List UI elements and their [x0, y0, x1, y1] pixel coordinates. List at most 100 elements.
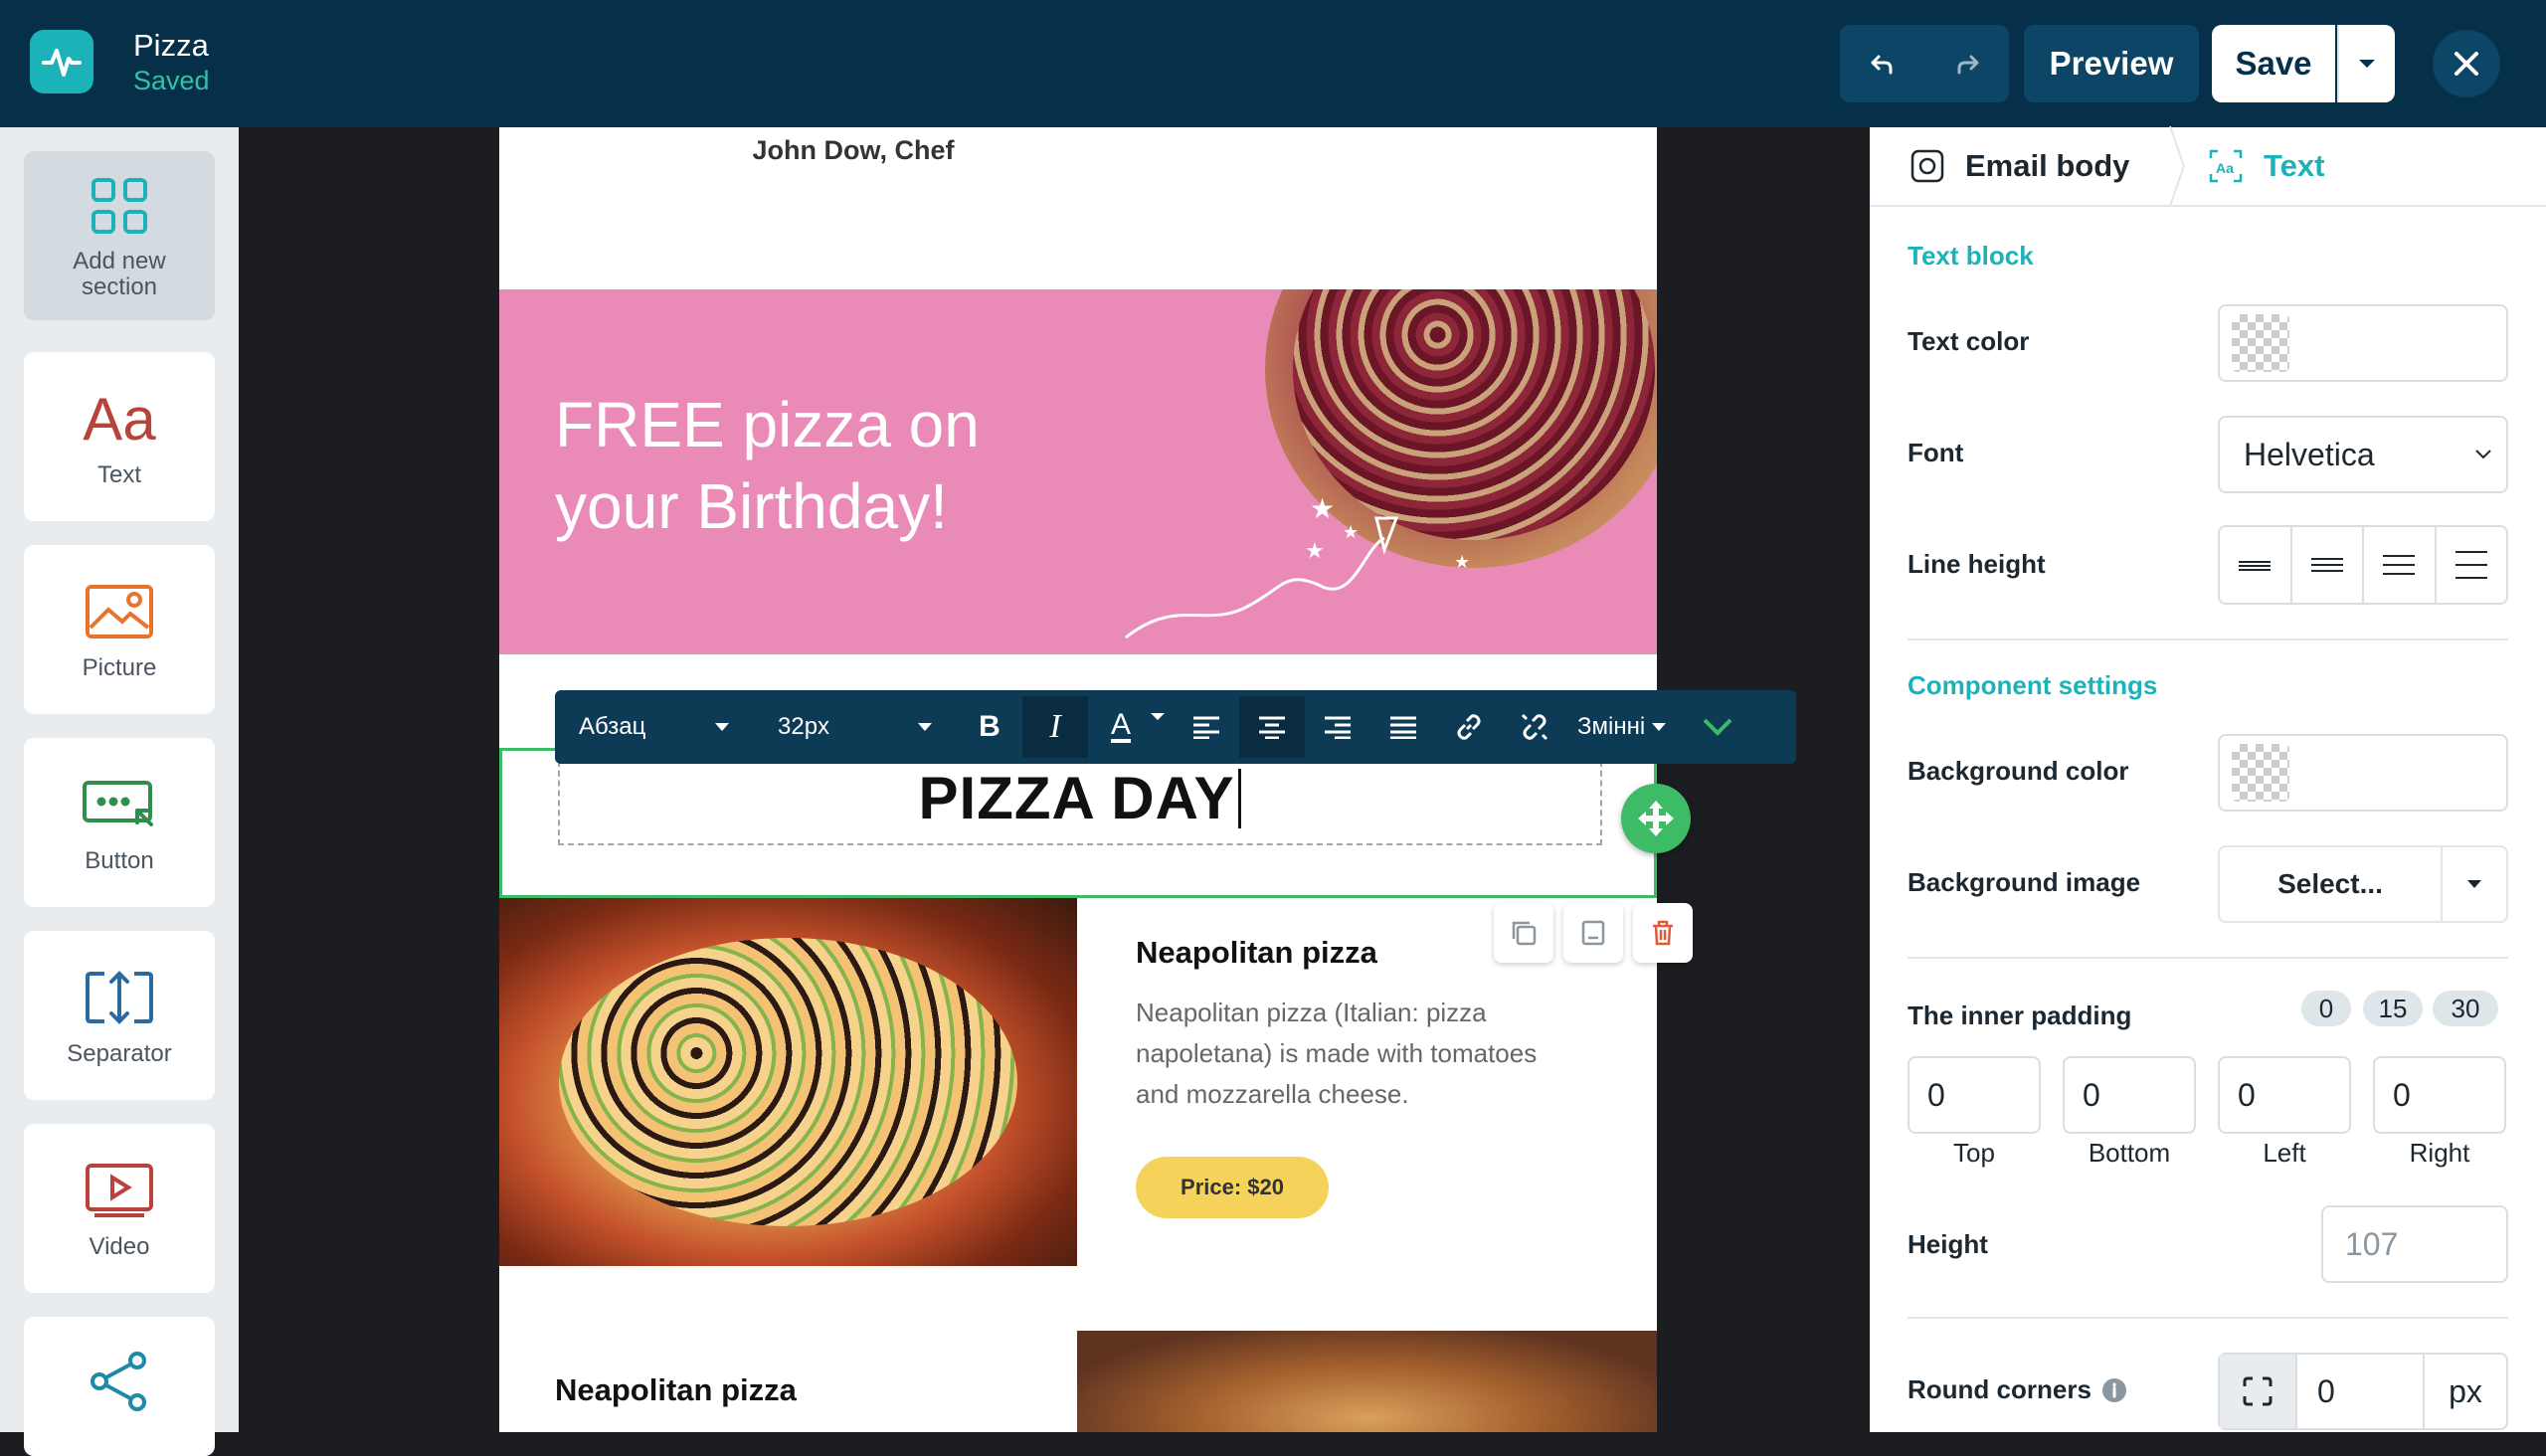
svg-text:★: ★: [1310, 493, 1335, 524]
padding-top-label: Top: [1953, 1138, 1995, 1168]
tab-label: Email body: [1965, 148, 2130, 183]
save-button[interactable]: Save: [2212, 25, 2335, 102]
price-button[interactable]: Price: $20: [1136, 1157, 1329, 1218]
move-icon[interactable]: [1621, 784, 1691, 853]
save-options-button[interactable]: [2337, 25, 2395, 102]
padding-preset-15[interactable]: 15: [2363, 991, 2423, 1026]
text-color-label: Text color: [1908, 326, 2030, 356]
line-height-loose-icon[interactable]: [2364, 527, 2437, 603]
corners-icon[interactable]: [2220, 1355, 2297, 1428]
delete-icon[interactable]: [1633, 903, 1693, 963]
chevron-down-icon: [2475, 450, 2491, 459]
info-icon[interactable]: [2101, 1377, 2127, 1403]
preview-button[interactable]: Preview: [2024, 25, 2199, 102]
history-controls: [1840, 25, 2009, 102]
italic-glyph: I: [1049, 708, 1061, 745]
grid-icon: [90, 171, 149, 241]
video-tool[interactable]: Video: [24, 1124, 215, 1293]
paragraph-select[interactable]: Абзац: [555, 690, 754, 764]
title-section[interactable]: PIZZA DAY: [499, 748, 1657, 898]
text-color-picker[interactable]: [2218, 304, 2508, 382]
transparent-swatch: [2232, 744, 2289, 802]
collapse-toolbar-icon[interactable]: [1685, 696, 1750, 758]
text-icon: Aa: [83, 384, 155, 454]
svg-text:★: ★: [1454, 552, 1470, 572]
settings-panel: Email body Aa Text Text block Text color…: [1870, 126, 2546, 1432]
item-description[interactable]: Neapolitan pizza (Italian: pizza napolet…: [1136, 993, 1573, 1115]
tab-email-body[interactable]: Email body: [1870, 126, 2168, 206]
background-color-picker[interactable]: [2218, 734, 2508, 812]
font-value: Helvetica: [2244, 436, 2375, 472]
line-height-normal-icon[interactable]: [2292, 527, 2364, 603]
line-height-options: [2218, 525, 2508, 605]
undo-icon[interactable]: [1840, 25, 1924, 102]
font-select[interactable]: Helvetica: [2218, 416, 2508, 493]
line-height-wide-icon[interactable]: [2437, 527, 2507, 603]
redo-icon[interactable]: [1924, 25, 2009, 102]
round-corners-unit: px: [2449, 1372, 2482, 1409]
align-justify-icon[interactable]: [1370, 696, 1436, 758]
height-label: Height: [1908, 1229, 1988, 1259]
button-tool[interactable]: Button: [24, 738, 215, 907]
chevron-down-icon: [715, 723, 729, 731]
text-tool[interactable]: Aa Text: [24, 352, 215, 521]
pizza-photo[interactable]: [1077, 1331, 1657, 1432]
inner-padding-label: The inner padding: [1908, 1001, 2132, 1030]
breadcrumb-separator: [2169, 126, 2186, 206]
chevron-down-icon[interactable]: [2443, 847, 2506, 921]
pizza-day-heading[interactable]: PIZZA DAY: [919, 764, 1235, 832]
font-size-select[interactable]: 32px: [754, 690, 957, 764]
svg-text:Aa: Aa: [2216, 160, 2234, 176]
bold-button[interactable]: B: [957, 696, 1022, 758]
add-section-tool[interactable]: Add new section: [24, 151, 215, 320]
social-tool[interactable]: [24, 1317, 215, 1456]
close-icon[interactable]: [2433, 30, 2500, 97]
picture-icon: [85, 577, 154, 646]
video-icon: [85, 1156, 154, 1225]
pulse-icon[interactable]: [30, 30, 93, 93]
height-input[interactable]: 107: [2321, 1205, 2508, 1283]
save-block-icon[interactable]: [1563, 903, 1623, 963]
tab-text[interactable]: Aa Text: [2188, 126, 2324, 206]
banner-headline: FREE pizza on your Birthday!: [555, 389, 980, 542]
chevron-down-icon[interactable]: [1148, 712, 1168, 722]
variables-value: Змінні: [1577, 713, 1646, 740]
color-glyph: A: [1110, 708, 1131, 743]
picture-tool[interactable]: Picture: [24, 545, 215, 714]
email-canvas: John Dow, Chef FREE pizza on your Birthd…: [239, 127, 1870, 1432]
email-body: John Dow, Chef FREE pizza on your Birthd…: [499, 127, 1796, 1432]
round-corners-control: 0 px: [2218, 1353, 2508, 1430]
line-height-tight-icon[interactable]: [2220, 527, 2292, 603]
chef-signature[interactable]: John Dow, Chef: [499, 135, 1207, 166]
text-format-toolbar: Абзац 32px B I A Змінні: [555, 690, 1796, 764]
item-title[interactable]: Neapolitan pizza: [1136, 935, 1377, 971]
padding-top-input[interactable]: 0: [1908, 1056, 2041, 1134]
balloon-decoration: ★ ★ ★ ★: [1125, 493, 1470, 639]
birthday-banner[interactable]: FREE pizza on your Birthday! ★ ★ ★ ★: [499, 289, 1657, 654]
padding-preset-30[interactable]: 30: [2433, 991, 2498, 1026]
top-bar: Pizza Saved Preview Save: [0, 0, 2546, 127]
padding-right-input[interactable]: 0: [2373, 1056, 2506, 1134]
pizza-photo[interactable]: [499, 898, 1077, 1266]
italic-button[interactable]: I: [1022, 696, 1088, 758]
font-size-value: 32px: [778, 713, 830, 740]
separator-tool[interactable]: Separator: [24, 931, 215, 1100]
unlink-icon[interactable]: [1502, 696, 1567, 758]
link-icon[interactable]: [1436, 696, 1502, 758]
text-color-button[interactable]: A: [1088, 696, 1154, 758]
align-left-icon[interactable]: [1174, 696, 1239, 758]
align-right-icon[interactable]: [1305, 696, 1370, 758]
tool-label: Add new section: [73, 248, 166, 300]
copy-icon[interactable]: [1494, 903, 1553, 963]
title-text-block[interactable]: PIZZA DAY: [558, 751, 1602, 845]
align-center-icon[interactable]: [1239, 696, 1305, 758]
round-corners-label: Round corners: [1908, 1374, 2091, 1404]
padding-preset-0[interactable]: 0: [2301, 991, 2351, 1026]
tool-label: Picture: [82, 654, 157, 681]
variables-select[interactable]: Змінні: [1567, 690, 1677, 764]
round-corners-input[interactable]: 0: [2297, 1355, 2425, 1428]
padding-left-input[interactable]: 0: [2218, 1056, 2351, 1134]
background-image-select[interactable]: Select...: [2218, 845, 2508, 923]
padding-bottom-input[interactable]: 0: [2063, 1056, 2196, 1134]
item-title[interactable]: Neapolitan pizza: [555, 1372, 797, 1408]
